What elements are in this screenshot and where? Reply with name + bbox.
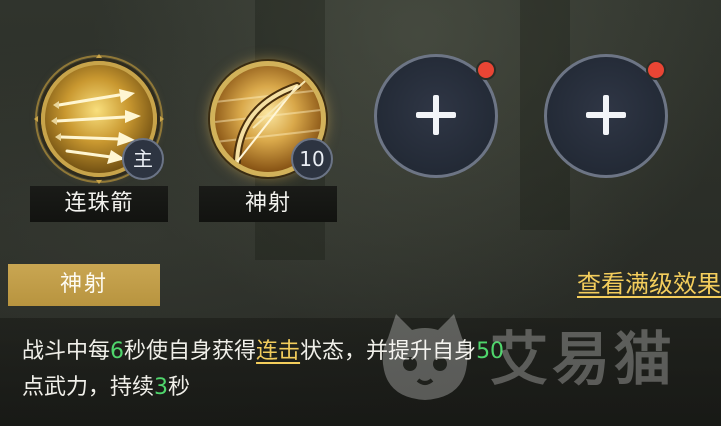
skill-level-badge: 10 <box>291 138 333 180</box>
notification-dot <box>476 60 496 80</box>
desc-text: 点武力，持续 <box>22 375 155 400</box>
main-skill-badge: 主 <box>122 138 164 180</box>
desc-text: 秒 <box>168 375 191 400</box>
skill-icon-frame[interactable]: 主 <box>34 54 164 184</box>
skill-name-label: 连珠箭 <box>30 186 168 222</box>
combo-keyword-link[interactable]: 连击 <box>256 339 300 364</box>
desc-number: 6 <box>110 339 125 364</box>
skill-name-label: 神射 <box>199 186 337 222</box>
desc-text: 秒使自身获得 <box>124 339 257 364</box>
notification-dot <box>646 60 666 80</box>
skill-icon-frame[interactable]: 10 <box>203 54 333 184</box>
view-max-level-link[interactable]: 查看满级效果 <box>577 264 721 304</box>
selected-skill-tab: 神射 <box>8 264 160 306</box>
skill-slot-lianzhujian[interactable]: 主 连珠箭 <box>30 54 168 224</box>
desc-number: 50 <box>476 339 505 364</box>
desc-text: 状态，并提升自身 <box>300 339 477 364</box>
desc-number: 3 <box>154 375 169 400</box>
skill-slot-shenshe[interactable]: 10 神射 <box>199 54 337 224</box>
desc-text: 战斗中每 <box>22 339 111 364</box>
skill-description: 战斗中每6秒使自身获得连击状态，并提升自身50 点武力，持续3秒 <box>22 334 712 406</box>
